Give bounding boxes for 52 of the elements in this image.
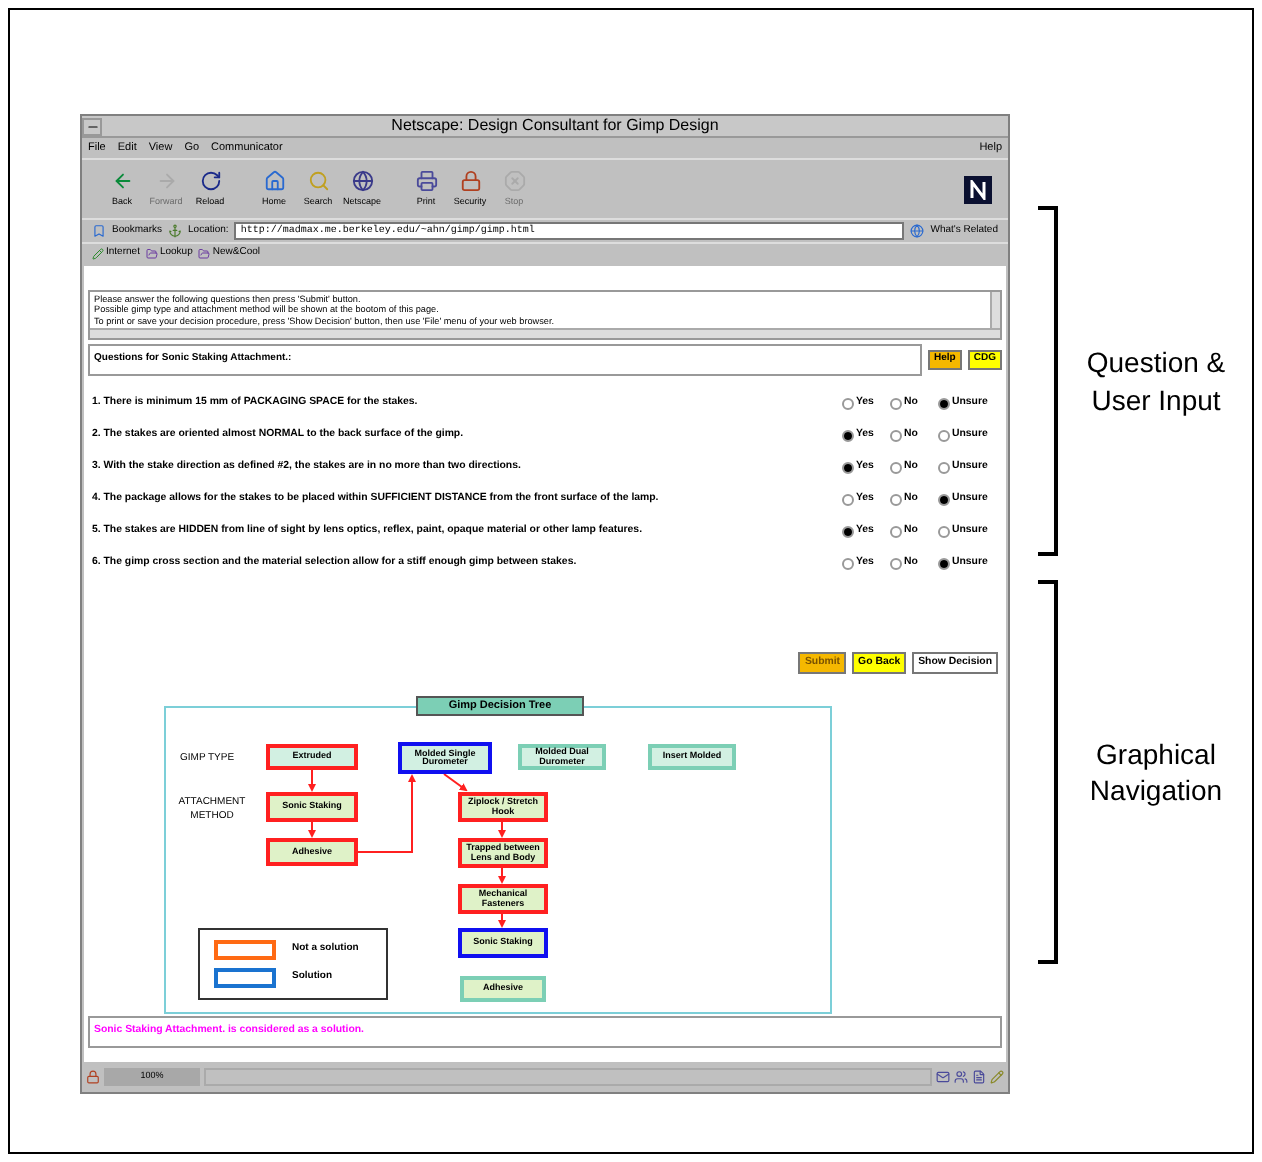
- radio-button[interactable]: [842, 525, 854, 538]
- connector-arrow: [443, 773, 468, 792]
- connector-arrow: [308, 821, 316, 838]
- radio-button[interactable]: [890, 429, 902, 442]
- pencil-icon: [990, 1070, 1004, 1084]
- bracket-icon: [1036, 206, 1060, 556]
- radio-button[interactable]: [842, 461, 854, 474]
- lock-icon: [86, 1070, 100, 1084]
- mail-icon: [936, 1070, 950, 1084]
- home-icon: [263, 169, 285, 192]
- folder-icon: [145, 248, 158, 260]
- radio-button[interactable]: [890, 397, 902, 410]
- radio-button[interactable]: [890, 557, 902, 570]
- radio-button[interactable]: [842, 557, 854, 570]
- radio-button[interactable]: [842, 429, 854, 442]
- bookmark-icon: [92, 224, 106, 238]
- annotation-label: Graphical Navigation: [1087, 735, 1225, 809]
- radio-button[interactable]: [842, 397, 854, 410]
- search-icon: [307, 169, 329, 192]
- logo-icon: [964, 175, 992, 203]
- globe-icon: [910, 224, 925, 238]
- pencil-icon: [92, 248, 104, 260]
- radio-button[interactable]: [890, 493, 902, 506]
- radio-button[interactable]: [938, 525, 950, 538]
- folder-icon: [198, 248, 211, 260]
- anchor-icon: [168, 224, 183, 238]
- connector-arrow: [498, 867, 506, 884]
- connector-arrow: [498, 821, 506, 838]
- radio-button[interactable]: [842, 493, 854, 506]
- back-icon: [111, 169, 133, 192]
- connector-arrow: [498, 913, 506, 928]
- horizontal-scrollbar[interactable]: [90, 328, 1000, 338]
- radio-button[interactable]: [890, 461, 902, 474]
- radio-button[interactable]: [890, 525, 902, 538]
- radio-button[interactable]: [938, 557, 950, 570]
- radio-button[interactable]: [938, 429, 950, 442]
- document-icon: [972, 1070, 986, 1084]
- connector-arrow: [308, 769, 316, 792]
- annotation-label: Question & User Input: [1084, 344, 1228, 418]
- radio-button[interactable]: [938, 493, 950, 506]
- radio-button[interactable]: [938, 397, 950, 410]
- printer-icon: [415, 169, 437, 192]
- lock-icon: [459, 169, 481, 192]
- bracket-icon: [1036, 580, 1060, 964]
- connector-arrow: [357, 774, 416, 853]
- globe-icon: [351, 169, 373, 192]
- reload-icon: [199, 169, 221, 192]
- minimize-button[interactable]: [82, 117, 102, 135]
- radio-button[interactable]: [938, 461, 950, 474]
- window-title: Netscape: Design Consultant for Gimp Design: [389, 114, 721, 138]
- people-icon: [954, 1070, 968, 1084]
- vertical-scrollbar[interactable]: [990, 292, 1000, 328]
